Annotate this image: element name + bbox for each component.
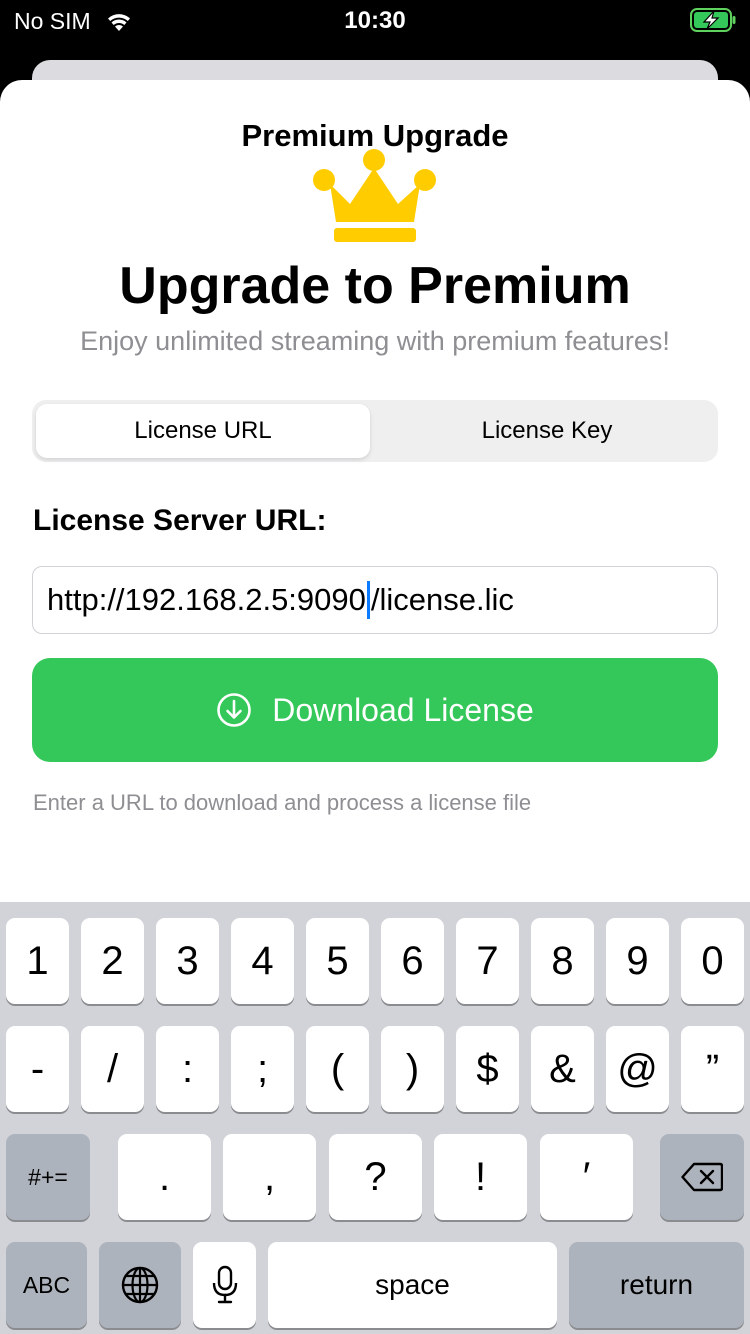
download-circle-icon <box>217 693 252 727</box>
key-semicolon[interactable]: ; <box>231 1026 294 1112</box>
microphone-icon <box>212 1265 237 1304</box>
keyboard: 1 2 3 4 5 6 7 8 9 0 - / : ; ( ) $ & @ ” … <box>0 902 750 1334</box>
key-9[interactable]: 9 <box>606 918 669 1004</box>
license-mode-segmented-control: License URL License Key <box>32 400 718 462</box>
key-8[interactable]: 8 <box>531 918 594 1004</box>
tab-license-key[interactable]: License Key <box>380 404 714 458</box>
clock: 10:30 <box>344 7 406 34</box>
key-apostrophe[interactable]: ′ <box>540 1134 633 1220</box>
key-3[interactable]: 3 <box>156 918 219 1004</box>
key-close-paren[interactable]: ) <box>381 1026 444 1112</box>
key-question[interactable]: ? <box>329 1134 422 1220</box>
key-7[interactable]: 7 <box>456 918 519 1004</box>
hint-text: Enter a URL to download and process a li… <box>33 790 532 815</box>
url-text-after-caret: /license.lic <box>370 582 514 617</box>
subtitle: Enjoy unlimited streaming with premium f… <box>80 326 670 356</box>
status-bar: No SIM 10:30 <box>0 0 750 44</box>
key-0[interactable]: 0 <box>681 918 744 1004</box>
delete-icon <box>681 1162 723 1192</box>
key-6[interactable]: 6 <box>381 918 444 1004</box>
key-return[interactable]: return <box>569 1242 744 1328</box>
key-5[interactable]: 5 <box>306 918 369 1004</box>
license-url-input[interactable]: http://192.168.2.5:9090/license.lic <box>32 566 718 634</box>
key-space[interactable]: space <box>268 1242 557 1328</box>
key-abc[interactable]: ABC <box>6 1242 87 1328</box>
globe-icon <box>121 1266 159 1304</box>
key-comma[interactable]: , <box>223 1134 316 1220</box>
key-colon[interactable]: : <box>156 1026 219 1112</box>
battery-charging-icon <box>690 8 736 37</box>
key-slash[interactable]: / <box>81 1026 144 1112</box>
key-open-paren[interactable]: ( <box>306 1026 369 1112</box>
key-hyphen[interactable]: - <box>6 1026 69 1112</box>
key-dictation[interactable] <box>193 1242 256 1328</box>
tab-license-url[interactable]: License URL <box>36 404 370 458</box>
page-title: Upgrade to Premium <box>119 257 631 315</box>
key-delete[interactable] <box>660 1134 744 1220</box>
download-license-button[interactable]: Download License <box>32 658 718 762</box>
key-exclamation[interactable]: ! <box>434 1134 527 1220</box>
key-ampersand[interactable]: & <box>531 1026 594 1112</box>
crown-icon <box>310 148 440 249</box>
license-url-label: License Server URL: <box>33 504 327 537</box>
key-dollar[interactable]: $ <box>456 1026 519 1112</box>
key-1[interactable]: 1 <box>6 918 69 1004</box>
key-2[interactable]: 2 <box>81 918 144 1004</box>
key-period[interactable]: . <box>118 1134 211 1220</box>
key-4[interactable]: 4 <box>231 918 294 1004</box>
key-at[interactable]: @ <box>606 1026 669 1112</box>
key-more-symbols[interactable]: #+= <box>6 1134 90 1220</box>
key-quote[interactable]: ” <box>681 1026 744 1112</box>
url-text-before-caret: http://192.168.2.5:9090 <box>47 582 366 617</box>
download-button-label: Download License <box>272 691 534 728</box>
text-caret <box>366 581 370 619</box>
key-globe[interactable] <box>99 1242 181 1328</box>
